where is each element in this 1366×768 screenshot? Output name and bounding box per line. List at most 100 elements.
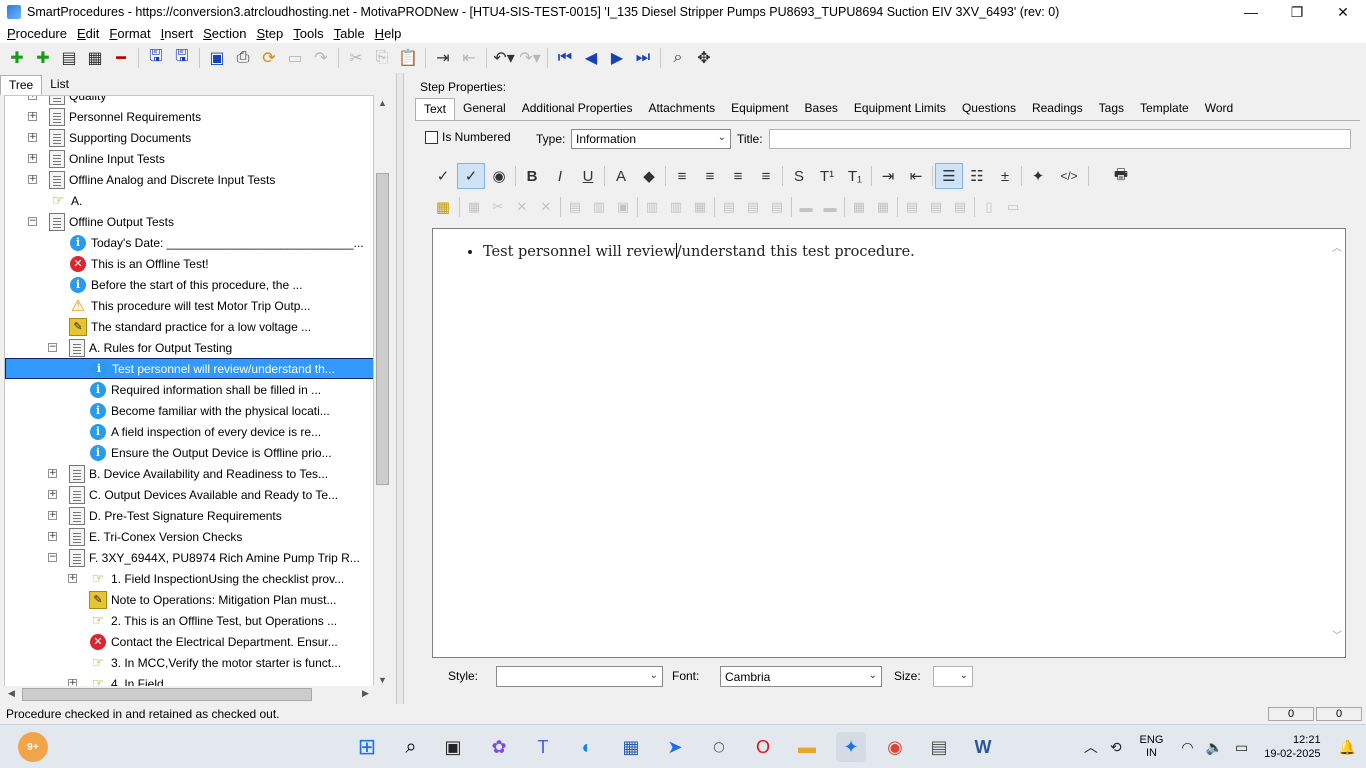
print-icon[interactable]: ⎙	[230, 45, 256, 71]
print-icon[interactable]: 🖶	[1107, 163, 1135, 189]
expand-icon[interactable]: +	[28, 112, 37, 121]
scrollbar-thumb[interactable]	[22, 688, 312, 701]
start-icon[interactable]: ⊞	[352, 732, 382, 762]
tab-equipment-limits[interactable]: Equipment Limits	[846, 98, 954, 120]
align-center-icon[interactable]: ≡	[696, 163, 724, 189]
delete-row-icon[interactable]: ▤	[765, 194, 789, 220]
tree-row[interactable]: i A field inspection of every device is r…	[5, 421, 373, 442]
spellcheck-icon[interactable]: ✓	[429, 163, 457, 189]
expand-icon[interactable]: +	[28, 154, 37, 163]
tree-row[interactable]: − F. 3XY_6944X, PU8974 Rich Amine Pump Tr…	[5, 547, 373, 568]
tree-row[interactable]: ✎ The standard practice for a low voltage…	[5, 316, 373, 337]
scroll-up-icon[interactable]: ︿	[1332, 239, 1342, 254]
collapse-icon[interactable]: −	[48, 343, 57, 352]
table-props-icon[interactable]: ▦	[462, 194, 486, 220]
tree-row[interactable]: + D. Pre-Test Signature Requirements	[5, 505, 373, 526]
editor-scrollbar[interactable]: ︿ ﹀	[1329, 229, 1345, 657]
tree-row[interactable]: ✎ Note to Operations: Mitigation Plan mus…	[5, 589, 373, 610]
move-icon[interactable]: ✥	[691, 45, 717, 71]
tab-readings[interactable]: Readings	[1024, 98, 1091, 120]
title-input[interactable]	[769, 129, 1351, 149]
tree-row[interactable]: − Offline Output Tests	[5, 211, 373, 232]
tree-row[interactable]: + C. Output Devices Available and Ready t…	[5, 484, 373, 505]
font-select[interactable]: Cambria ⌄	[720, 666, 882, 687]
opera-icon[interactable]: O	[748, 732, 778, 762]
cut-cell-icon[interactable]: ✂	[486, 194, 510, 220]
tab-list[interactable]: List	[42, 75, 77, 95]
restore-button[interactable]: ❐	[1274, 0, 1320, 24]
menu-tools[interactable]: Tools	[288, 26, 328, 41]
menu-procedure[interactable]: Procedure	[2, 26, 72, 41]
insert-line-icon[interactable]: ±	[991, 163, 1019, 189]
tree-row[interactable]: + ☞ 1. Field InspectionUsing the checklist…	[5, 568, 373, 589]
tree-row[interactable]: ☞ A.	[5, 190, 373, 211]
cell-color-icon[interactable]: ▥	[587, 194, 611, 220]
expand-icon[interactable]: +	[48, 469, 57, 478]
tree-row[interactable]: i Before the start of this procedure, the…	[5, 274, 373, 295]
menu-step[interactable]: Step	[251, 26, 288, 41]
network-settings-icon[interactable]: ⟲	[1110, 739, 1122, 756]
minimize-button[interactable]: —	[1228, 0, 1274, 24]
paste-icon[interactable]: 📋	[395, 45, 421, 71]
indent-icon[interactable]: ⇥	[874, 163, 902, 189]
menu-help[interactable]: Help	[370, 26, 407, 41]
merge-cells-icon[interactable]: ▬	[794, 194, 818, 220]
word-icon[interactable]: W	[968, 732, 998, 762]
column-width-icon[interactable]: ▯	[977, 194, 1001, 220]
expand-icon[interactable]: +	[48, 532, 57, 541]
app-arrow-icon[interactable]: ➤	[660, 732, 690, 762]
pane-splitter[interactable]	[396, 73, 404, 704]
style-select[interactable]: ⌄	[496, 666, 663, 687]
collapse-icon[interactable]: −	[28, 217, 37, 226]
bold-icon[interactable]: B	[518, 163, 546, 189]
tree-vertical-scrollbar[interactable]: ▲ ▼	[374, 95, 391, 688]
scroll-down-icon[interactable]: ﹀	[1332, 627, 1342, 642]
tab-tags[interactable]: Tags	[1091, 98, 1132, 120]
expand-icon[interactable]: +	[48, 490, 57, 499]
menu-format[interactable]: Format	[104, 26, 155, 41]
image-icon[interactable]: ▭	[282, 45, 308, 71]
expand-icon[interactable]: +	[28, 133, 37, 142]
scrollbar-thumb[interactable]	[376, 173, 389, 485]
save-icon[interactable]: 🖫	[169, 45, 195, 71]
tab-bases[interactable]: Bases	[797, 98, 846, 120]
scroll-left-icon[interactable]: ◀	[8, 688, 15, 699]
app-tool-icon[interactable]: ▤	[924, 732, 954, 762]
delete-icon[interactable]: ━	[108, 45, 134, 71]
split-cells-icon[interactable]: ▬	[818, 194, 842, 220]
tree-row[interactable]: + Personnel Requirements	[5, 106, 373, 127]
tree-row[interactable]: + E. Tri-Conex Version Checks	[5, 526, 373, 547]
scroll-up-icon[interactable]: ▲	[378, 98, 387, 108]
collapse-icon[interactable]: −	[48, 553, 57, 562]
first-step-icon[interactable]: ⏮	[552, 45, 578, 71]
indent-step-icon[interactable]: ⇥	[430, 45, 456, 71]
bullet-list-icon[interactable]: ☰	[935, 163, 963, 189]
task-view-icon[interactable]: ▣	[438, 732, 468, 762]
font-color-icon[interactable]: A	[607, 163, 635, 189]
insert-row-above-icon[interactable]: ▤	[717, 194, 741, 220]
clear-cell-icon[interactable]: ✕	[534, 194, 558, 220]
tab-equipment[interactable]: Equipment	[723, 98, 796, 120]
menu-section[interactable]: Section	[198, 26, 251, 41]
last-step-icon[interactable]: ⏭	[630, 45, 656, 71]
tree-row[interactable]: ✕ Contact the Electrical Department. Ensu…	[5, 631, 373, 652]
expand-icon[interactable]: +	[28, 96, 37, 100]
tree-row[interactable]: − A. Rules for Output Testing	[5, 337, 373, 358]
tree-row[interactable]: ⚠ This procedure will test Motor Trip Out…	[5, 295, 373, 316]
redo-icon[interactable]: ↷▾	[517, 45, 543, 71]
previous-step-icon[interactable]: ◀	[578, 45, 604, 71]
strikethrough-icon[interactable]: S	[785, 163, 813, 189]
tree-row[interactable]: i Ensure the Output Device is Offline pri…	[5, 442, 373, 463]
link-icon[interactable]: ⟳	[256, 45, 282, 71]
cell-props-icon[interactable]: ▤	[563, 194, 587, 220]
cell-border-icon[interactable]: ▣	[611, 194, 635, 220]
next-step-icon[interactable]: ▶	[604, 45, 630, 71]
cell-align-icon[interactable]: ▦	[847, 194, 871, 220]
chrome-icon[interactable]: ◉	[880, 732, 910, 762]
store-icon[interactable]: ▦	[616, 732, 646, 762]
menu-table[interactable]: Table	[329, 26, 370, 41]
size-select[interactable]: ⌄	[933, 666, 973, 687]
tab-additional-properties[interactable]: Additional Properties	[514, 98, 641, 120]
highlight-icon[interactable]: ◆	[635, 163, 663, 189]
tree-row[interactable]: + Supporting Documents	[5, 127, 373, 148]
